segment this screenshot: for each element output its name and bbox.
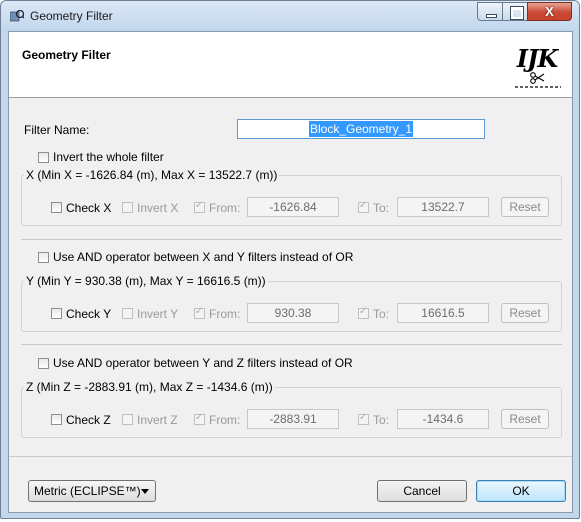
filter-name-value: Block_Geometry_1 (308, 121, 414, 137)
invert-whole-label: Invert the whole filter (53, 150, 164, 164)
to-x-checkbox[interactable] (358, 200, 369, 213)
filter-name-input[interactable]: Block_Geometry_1 (237, 119, 485, 139)
reset-y-button[interactable]: Reset (501, 303, 549, 323)
separator (21, 239, 562, 240)
x-group-title: X (Min X = -1626.84 (m), Max X = 13522.7… (24, 168, 280, 182)
cancel-button[interactable]: Cancel (377, 480, 467, 502)
z-group-title: Z (Min Z = -2883.91 (m), Max Z = -1434.6… (24, 380, 275, 394)
ok-button[interactable]: OK (476, 480, 566, 502)
minimize-button[interactable] (477, 2, 503, 21)
to-y-checkbox[interactable] (358, 306, 369, 319)
and-xy-checkbox[interactable] (38, 252, 49, 263)
check-y-checkbox[interactable] (51, 308, 62, 319)
from-z-label: From: (209, 413, 241, 427)
and-yz-checkbox[interactable] (38, 358, 49, 369)
units-dropdown[interactable]: Metric (ECLIPSE™) (28, 480, 156, 502)
title-bar[interactable]: Geometry Filter X (1, 1, 579, 31)
to-z-input[interactable]: -1434.6 (397, 409, 489, 429)
invert-x-checkbox[interactable] (122, 202, 133, 213)
and-yz-label: Use AND operator between Y and Z filters… (53, 356, 353, 370)
from-x-input[interactable]: -1626.84 (247, 197, 339, 217)
to-y-label: To: (373, 307, 390, 321)
units-selected-value: Metric (ECLIPSE™) (34, 484, 141, 498)
invert-x-label: Invert X (137, 201, 179, 215)
header-title: Geometry Filter (22, 48, 111, 62)
check-x-checkbox[interactable] (51, 202, 62, 213)
scissors-cut-line-icon (515, 72, 561, 88)
separator (21, 344, 562, 345)
to-y-input[interactable]: 16616.5 (397, 303, 489, 323)
window-title: Geometry Filter (30, 9, 113, 23)
to-z-checkbox[interactable] (358, 412, 369, 425)
invert-z-label: Invert Z (137, 413, 178, 427)
invert-z-checkbox[interactable] (122, 414, 133, 425)
from-x-checkbox[interactable] (194, 200, 205, 213)
close-icon: X (545, 4, 554, 19)
check-z-checkbox[interactable] (51, 414, 62, 425)
to-x-input[interactable]: 13522.7 (397, 197, 489, 217)
chevron-down-icon (141, 489, 149, 494)
from-y-input[interactable]: 930.38 (247, 303, 339, 323)
invert-y-checkbox[interactable] (122, 308, 133, 319)
reset-x-button[interactable]: Reset (501, 197, 549, 217)
check-x-label: Check X (66, 201, 112, 215)
from-y-label: From: (209, 307, 241, 321)
dialog-window: Geometry Filter X Geometry Filter IJK Fi… (0, 0, 580, 519)
from-y-checkbox[interactable] (194, 306, 205, 319)
dialog-header: Geometry Filter IJK (9, 32, 572, 98)
to-x-label: To: (373, 201, 390, 215)
check-z-label: Check Z (66, 413, 111, 427)
from-z-checkbox[interactable] (194, 412, 205, 425)
maximize-button[interactable] (502, 2, 528, 21)
invert-whole-checkbox[interactable] (38, 152, 49, 163)
ijk-logo: IJK (511, 44, 563, 92)
reset-z-button[interactable]: Reset (501, 409, 549, 429)
and-xy-label: Use AND operator between X and Y filters… (53, 250, 354, 264)
from-x-label: From: (209, 201, 241, 215)
from-z-input[interactable]: -2883.91 (247, 409, 339, 429)
invert-y-label: Invert Y (137, 307, 179, 321)
to-z-label: To: (373, 413, 390, 427)
dialog-client-area: Geometry Filter IJK Filter Name: Block_G… (8, 31, 573, 513)
filter-app-icon (10, 10, 24, 22)
y-group-title: Y (Min Y = 930.38 (m), Max Y = 16616.5 (… (24, 274, 268, 288)
filter-name-label: Filter Name: (24, 123, 90, 137)
close-button[interactable]: X (527, 2, 572, 21)
check-y-label: Check Y (66, 307, 112, 321)
